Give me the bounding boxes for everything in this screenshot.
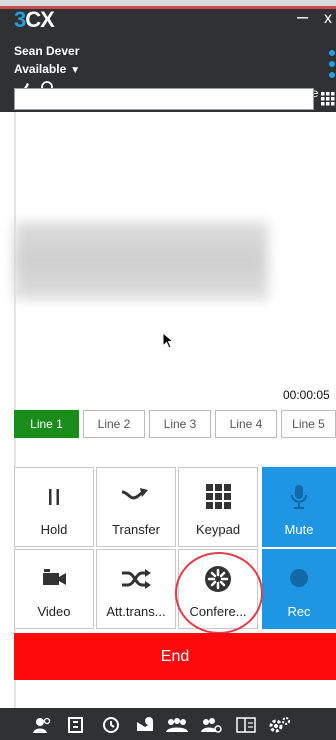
group-settings-icon[interactable] — [200, 716, 222, 734]
close-button[interactable]: x — [324, 10, 332, 28]
user-name: Sean Dever — [14, 44, 80, 58]
group-icon[interactable] — [166, 716, 188, 734]
chevron-down-icon: ▼ — [70, 65, 81, 76]
minimize-button[interactable]: – — [297, 6, 308, 29]
dial-input[interactable] — [14, 88, 314, 110]
mouse-cursor-icon — [162, 332, 175, 349]
keypad-grid-icon[interactable] — [319, 89, 336, 109]
end-call-button[interactable]: End — [14, 633, 336, 680]
rec-button[interactable]: Rec — [262, 549, 336, 629]
panel-icon[interactable] — [236, 716, 256, 734]
att-transfer-button[interactable]: Att.trans... — [96, 549, 176, 629]
voicemail-icon[interactable] — [135, 716, 155, 734]
att-transfer-label: Att.trans... — [106, 604, 166, 619]
keypad-button[interactable]: Keypad — [178, 467, 258, 547]
contacts-icon[interactable] — [32, 716, 52, 734]
title-bar: 3CX – x — [0, 6, 336, 32]
record-icon — [290, 569, 308, 587]
rec-label: Rec — [287, 604, 311, 619]
video-label: Video — [37, 604, 71, 619]
mute-label: Mute — [284, 522, 314, 537]
pause-icon — [49, 489, 59, 505]
highlight-circle — [175, 552, 263, 634]
status-dropdown[interactable]: Available ▼ — [14, 62, 80, 76]
call-timer: 00:00:05 — [283, 388, 330, 402]
transfer-button[interactable]: Transfer — [96, 467, 176, 547]
caller-info-blurred — [14, 222, 268, 300]
keypad-icon — [206, 484, 231, 509]
bottom-toolbar — [0, 708, 336, 740]
tab-line-3[interactable]: Line 3 — [149, 410, 211, 438]
keypad-label: Keypad — [195, 522, 241, 537]
hold-button[interactable]: Hold — [14, 467, 94, 547]
video-camera-icon — [43, 569, 66, 585]
more-dots-icon[interactable] — [328, 48, 336, 82]
tab-line-5[interactable]: Line 5 — [281, 410, 336, 438]
tab-line-4[interactable]: Line 4 — [215, 410, 277, 438]
video-button[interactable]: Video — [14, 549, 94, 629]
tab-line-2[interactable]: Line 2 — [83, 410, 145, 438]
hold-label: Hold — [40, 522, 68, 537]
shuffle-icon — [122, 569, 151, 589]
settings-icon[interactable] — [268, 716, 292, 734]
status-label: Available — [14, 62, 67, 76]
history-icon[interactable] — [102, 716, 120, 734]
transfer-label: Transfer — [112, 522, 160, 537]
microphone-icon — [291, 485, 307, 509]
transfer-icon — [121, 488, 148, 500]
phonebook-icon[interactable] — [67, 716, 85, 734]
tab-line-1[interactable]: Line 1 — [14, 410, 79, 438]
mute-button[interactable]: Mute — [262, 467, 336, 547]
